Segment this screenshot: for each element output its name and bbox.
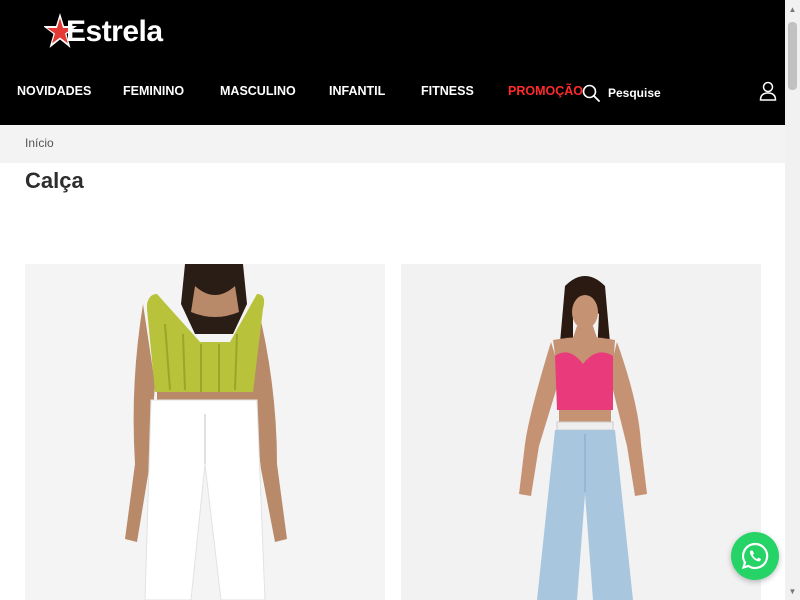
- nav-item-promocao[interactable]: PROMOÇÃO: [508, 84, 583, 98]
- nav-item-feminino[interactable]: FEMININO: [123, 84, 184, 98]
- page-title: Calça: [25, 168, 84, 193]
- breadcrumb-home[interactable]: Início: [25, 136, 54, 150]
- page-scrollbar[interactable]: ▲ ▼: [785, 0, 800, 600]
- account-button[interactable]: [758, 80, 778, 102]
- scroll-down-arrow-icon[interactable]: ▼: [785, 584, 800, 598]
- scroll-up-arrow-icon[interactable]: ▲: [785, 2, 800, 16]
- nav-item-infantil[interactable]: INFANTIL: [329, 84, 385, 98]
- brand-name: Estrela: [66, 15, 163, 48]
- brand-logo[interactable]: Estrela: [44, 12, 189, 54]
- product-image-1: [25, 264, 385, 600]
- scroll-thumb[interactable]: [788, 22, 797, 90]
- search-label: Pesquise: [608, 86, 661, 100]
- product-image-2: [401, 264, 761, 600]
- product-card-1[interactable]: [25, 264, 385, 600]
- nav-item-fitness[interactable]: FITNESS: [421, 84, 474, 98]
- nav-item-masculino[interactable]: MASCULINO: [220, 84, 296, 98]
- whatsapp-icon: [741, 542, 769, 570]
- main-nav: NOVIDADES FEMININO MASCULINO INFANTIL FI…: [0, 78, 785, 106]
- site-header: Estrela NOVIDADES FEMININO MASCULINO INF…: [0, 0, 785, 125]
- search-trigger[interactable]: Pesquise: [582, 82, 661, 104]
- user-icon: [759, 81, 777, 101]
- whatsapp-button[interactable]: [731, 532, 779, 580]
- product-card-2[interactable]: [401, 264, 761, 600]
- nav-item-novidades[interactable]: NOVIDADES: [17, 84, 91, 98]
- breadcrumb-bar: Início: [0, 125, 785, 163]
- search-icon: [582, 84, 600, 102]
